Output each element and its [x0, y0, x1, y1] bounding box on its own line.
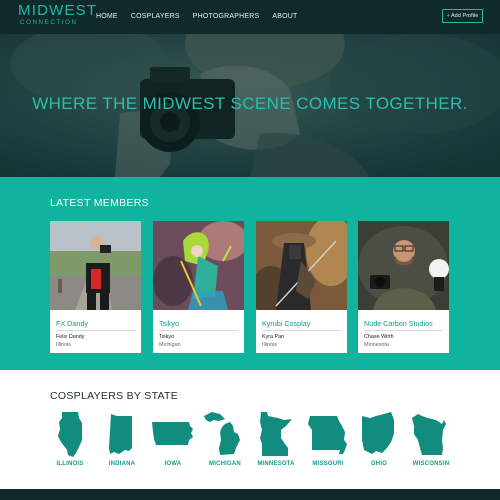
member-photo[interactable] [358, 221, 449, 310]
latest-members-title: LATEST MEMBERS [50, 197, 149, 209]
latest-members-section: LATEST MEMBERS FX Dandy Felix Dandy Illi… [0, 177, 500, 370]
hero-tagline: WHERE THE MIDWEST SCENE COMES TOGETHER. [32, 94, 468, 113]
add-profile-button[interactable]: +Add Profile [442, 9, 483, 23]
cosplayers-by-state-section: COSPLAYERS BY STATE ILLINOIS INDIANA IOW… [0, 370, 500, 489]
iowa-icon [152, 422, 193, 445]
add-profile-label: Add Profile [450, 13, 479, 19]
card-divider [262, 330, 341, 331]
member-name[interactable]: Tsikyo [159, 319, 179, 328]
member-card[interactable]: Kyrubi Cosplay Kyra Pan Illinois [256, 221, 347, 353]
indiana-icon [109, 414, 132, 454]
member-photo[interactable] [256, 221, 347, 310]
nav-about[interactable]: ABOUT [272, 12, 297, 22]
missouri-icon [308, 416, 347, 454]
nav-links: HOME COSPLAYERS PHOTOGRAPHERS ABOUT [96, 12, 311, 22]
member-name[interactable]: Kyrubi Cosplay [262, 319, 310, 328]
member-photo[interactable] [153, 221, 244, 310]
cosplayers-by-state-title: COSPLAYERS BY STATE [50, 390, 179, 402]
member-person: Kyra Pan [262, 334, 285, 340]
card-divider [56, 330, 135, 331]
minnesota-icon [260, 412, 292, 456]
site-logo[interactable]: MIDWEST CONNECTION [18, 3, 96, 31]
wisconsin-icon [412, 414, 446, 455]
member-card[interactable]: Tsikyo Tsikyo Michigan [153, 221, 244, 353]
nav-home[interactable]: HOME [96, 12, 118, 22]
member-name[interactable]: Nude Carbon Studios [364, 319, 433, 328]
member-person: Felix Dandy [56, 334, 85, 340]
plus-icon: + [446, 13, 450, 19]
nav-photographers[interactable]: PHOTOGRAPHERS [193, 12, 260, 22]
logo-subtitle: CONNECTION [20, 19, 78, 26]
ohio-icon [362, 412, 394, 454]
michigan-icon [204, 412, 240, 455]
member-person: Tsikyo [159, 334, 174, 340]
card-divider [159, 330, 238, 331]
member-person: Chase Wirth [364, 334, 394, 340]
card-divider [364, 330, 443, 331]
logo-wordmark: MIDWEST [18, 2, 98, 19]
state-link-wisconsin[interactable]: WISCONSIN [406, 410, 456, 472]
hero-banner: WHERE THE MIDWEST SCENE COMES TOGETHER. [0, 34, 500, 177]
nav-cosplayers[interactable]: COSPLAYERS [131, 12, 180, 22]
member-state: Michigan [159, 342, 181, 348]
navbar: MIDWEST CONNECTION HOME COSPLAYERS PHOTO… [0, 0, 500, 34]
member-photo[interactable] [50, 221, 141, 310]
state-label[interactable]: WISCONSIN [396, 461, 466, 467]
member-card[interactable]: Nude Carbon Studios Chase Wirth Minnesot… [358, 221, 449, 353]
footer-bar [0, 489, 500, 500]
member-state: Minnesota [364, 342, 389, 348]
illinois-icon [58, 412, 82, 457]
member-card[interactable]: FX Dandy Felix Dandy Illinois [50, 221, 141, 353]
member-state: Illinois [262, 342, 277, 348]
member-state: Illinois [56, 342, 71, 348]
member-name[interactable]: FX Dandy [56, 319, 88, 328]
